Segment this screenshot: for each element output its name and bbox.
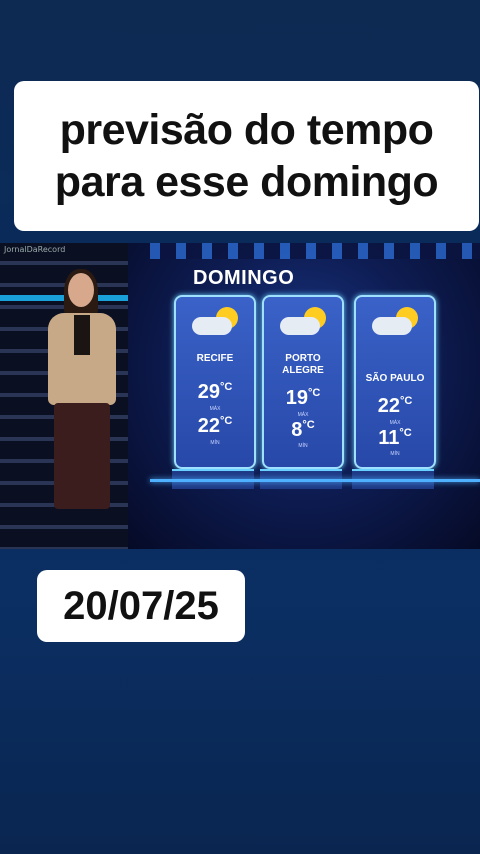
weather-card-recife: RECIFE 29°C MÁX 22°C MÍN <box>174 295 256 469</box>
max-label: MÁX <box>297 412 309 418</box>
cloud-icon <box>192 317 232 335</box>
min-label: MÍN <box>210 440 220 446</box>
caption-line-2: para esse domingo <box>54 158 439 206</box>
weather-card-sao-paulo: SÃO PAULO 22°C MÁX 11°C MÍN <box>354 295 436 469</box>
date-box: 20/07/25 <box>37 570 245 642</box>
cloud-icon <box>280 317 320 335</box>
watermark: JornalDaRecord <box>4 245 66 254</box>
ceiling-lights <box>150 243 480 259</box>
presenter <box>40 269 130 549</box>
min-temp: 8°C <box>291 419 315 441</box>
cloud-icon <box>372 317 412 335</box>
max-temp: 29°C <box>197 381 233 403</box>
city-name: RECIFE <box>196 353 234 364</box>
max-label: MÁX <box>389 420 401 426</box>
caption-box: previsão do tempo para esse domingo <box>14 81 479 231</box>
min-label: MÍN <box>298 443 308 449</box>
floor-light-line <box>150 479 480 482</box>
max-temp: 19°C <box>285 387 321 409</box>
max-temp: 22°C <box>377 395 413 417</box>
max-label: MÁX <box>209 406 221 412</box>
panel-title: DOMINGO <box>193 267 295 289</box>
city-name: PORTO ALEGRE <box>282 353 324 376</box>
city-name: SÃO PAULO <box>365 373 425 384</box>
min-temp: 11°C <box>378 427 412 449</box>
min-temp: 22°C <box>197 415 233 437</box>
caption-line-1: previsão do tempo <box>59 106 434 154</box>
date-text: 20/07/25 <box>63 583 219 628</box>
min-label: MÍN <box>390 451 400 457</box>
weather-card-porto-alegre: PORTO ALEGRE 19°C MÁX 8°C MÍN <box>262 295 344 469</box>
video-frame[interactable]: JornalDaRecord DOMINGO RECIFE 29°C MÁX 2… <box>0 243 480 549</box>
